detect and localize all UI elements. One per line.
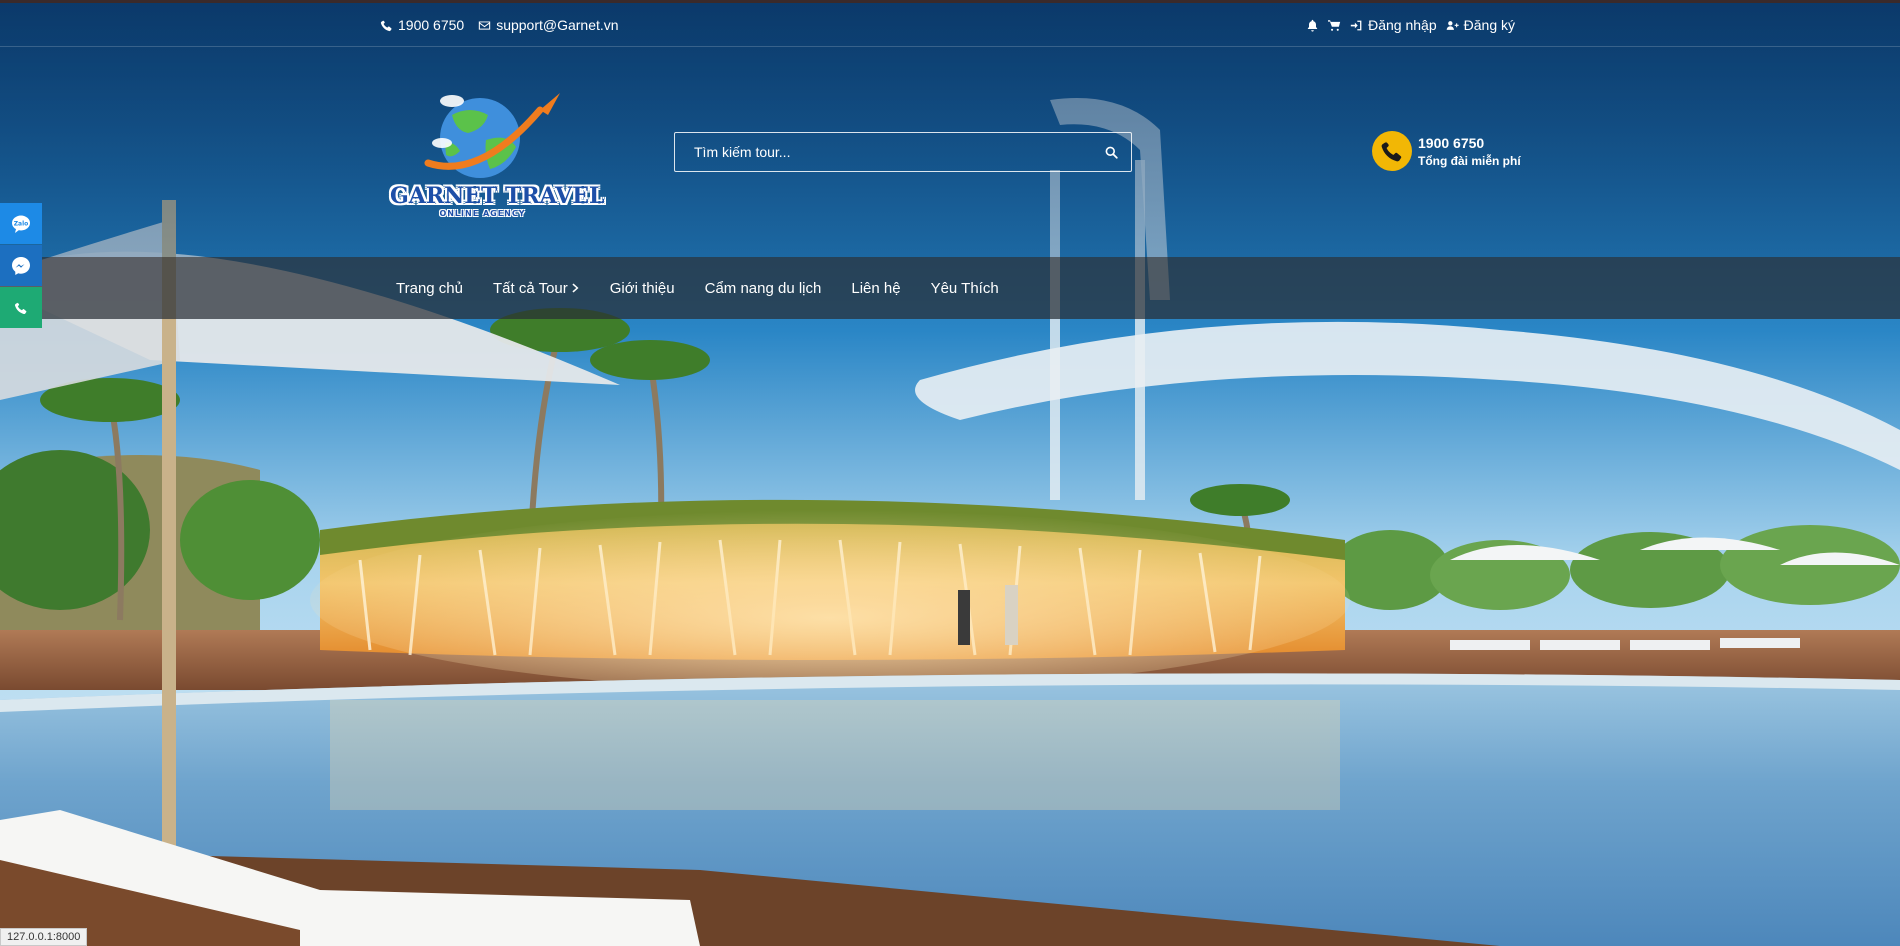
topbar-email-link[interactable]: support@Garnet.vn: [478, 17, 619, 33]
floating-contact-bar: Zalo: [0, 203, 42, 329]
user-plus-icon: [1446, 20, 1459, 30]
login-link[interactable]: Đăng nhập: [1350, 17, 1437, 33]
top-bar: 1900 6750 support@Garnet.vn Đăng nhập Đă…: [0, 0, 1900, 47]
bell-icon: [1307, 19, 1318, 32]
nav-item-favorites[interactable]: Yêu Thích: [931, 280, 999, 297]
nav-item-label: Liên hệ: [851, 279, 901, 297]
zalo-button[interactable]: Zalo: [0, 203, 42, 244]
nav-menu: Trang chủ Tất cả Tour Giới thiệu Cẩm nan…: [396, 257, 999, 319]
envelope-icon: [479, 20, 491, 30]
hotline-block[interactable]: 1900 6750 Tổng đài miễn phí: [1372, 131, 1521, 171]
search-button[interactable]: [1091, 133, 1131, 171]
cart-button[interactable]: [1328, 19, 1341, 32]
chevron-right-icon: [572, 283, 579, 293]
hotline-label: Tổng đài miễn phí: [1418, 153, 1521, 168]
notification-button[interactable]: [1306, 19, 1319, 32]
account-links: Đăng nhập Đăng ký: [1306, 17, 1515, 33]
topbar-phone-link[interactable]: 1900 6750: [380, 17, 464, 33]
search-input[interactable]: [675, 133, 1091, 171]
main-navigation: Trang chủ Tất cả Tour Giới thiệu Cẩm nan…: [0, 257, 1900, 319]
cart-icon: [1328, 19, 1341, 31]
register-link[interactable]: Đăng ký: [1446, 17, 1515, 33]
messenger-icon: [12, 256, 30, 275]
phone-icon: [1381, 140, 1402, 162]
phone-icon: [380, 19, 392, 31]
phone-icon: [14, 301, 27, 314]
nav-item-all-tours[interactable]: Tất cả Tour: [493, 280, 580, 297]
search-icon: [1105, 146, 1118, 159]
nav-item-label: Trang chủ: [396, 279, 463, 297]
sign-in-icon: [1350, 20, 1362, 30]
hotline-text: 1900 6750 Tổng đài miễn phí: [1418, 135, 1521, 168]
zalo-icon: Zalo: [12, 215, 30, 233]
nav-item-label: Cẩm nang du lịch: [704, 279, 822, 297]
hotline-badge: [1372, 131, 1412, 171]
nav-item-travel-guide[interactable]: Cẩm nang du lịch: [705, 280, 822, 297]
call-button[interactable]: [0, 287, 42, 328]
svg-text:Zalo: Zalo: [14, 220, 29, 227]
nav-item-label: Tất cả Tour: [492, 279, 568, 297]
site-logo[interactable]: GARNET TRAVEL ONLINE AGENCY: [390, 85, 605, 225]
contact-info: 1900 6750 support@Garnet.vn: [380, 17, 619, 33]
tour-search: [674, 132, 1132, 172]
nav-item-label: Yêu Thích: [930, 279, 999, 297]
topbar-phone-text: 1900 6750: [398, 17, 465, 33]
register-label: Đăng ký: [1463, 17, 1515, 33]
hotline-number: 1900 6750: [1418, 134, 1485, 151]
login-label: Đăng nhập: [1368, 17, 1437, 33]
topbar-email-text: support@Garnet.vn: [496, 17, 619, 33]
browser-status-url: 127.0.0.1:8000: [0, 928, 88, 946]
nav-item-contact[interactable]: Liên hệ: [851, 280, 900, 297]
nav-item-about[interactable]: Giới thiệu: [610, 280, 675, 297]
globe-plane-icon: [424, 93, 560, 178]
nav-item-home[interactable]: Trang chủ: [396, 280, 463, 297]
site-header: 1900 6750 support@Garnet.vn Đăng nhập Đă…: [0, 0, 1900, 257]
logo-title: GARNET TRAVEL: [390, 183, 605, 209]
logo-subtitle: ONLINE AGENCY: [439, 209, 526, 218]
messenger-button[interactable]: [0, 245, 42, 286]
nav-item-label: Giới thiệu: [609, 279, 675, 297]
